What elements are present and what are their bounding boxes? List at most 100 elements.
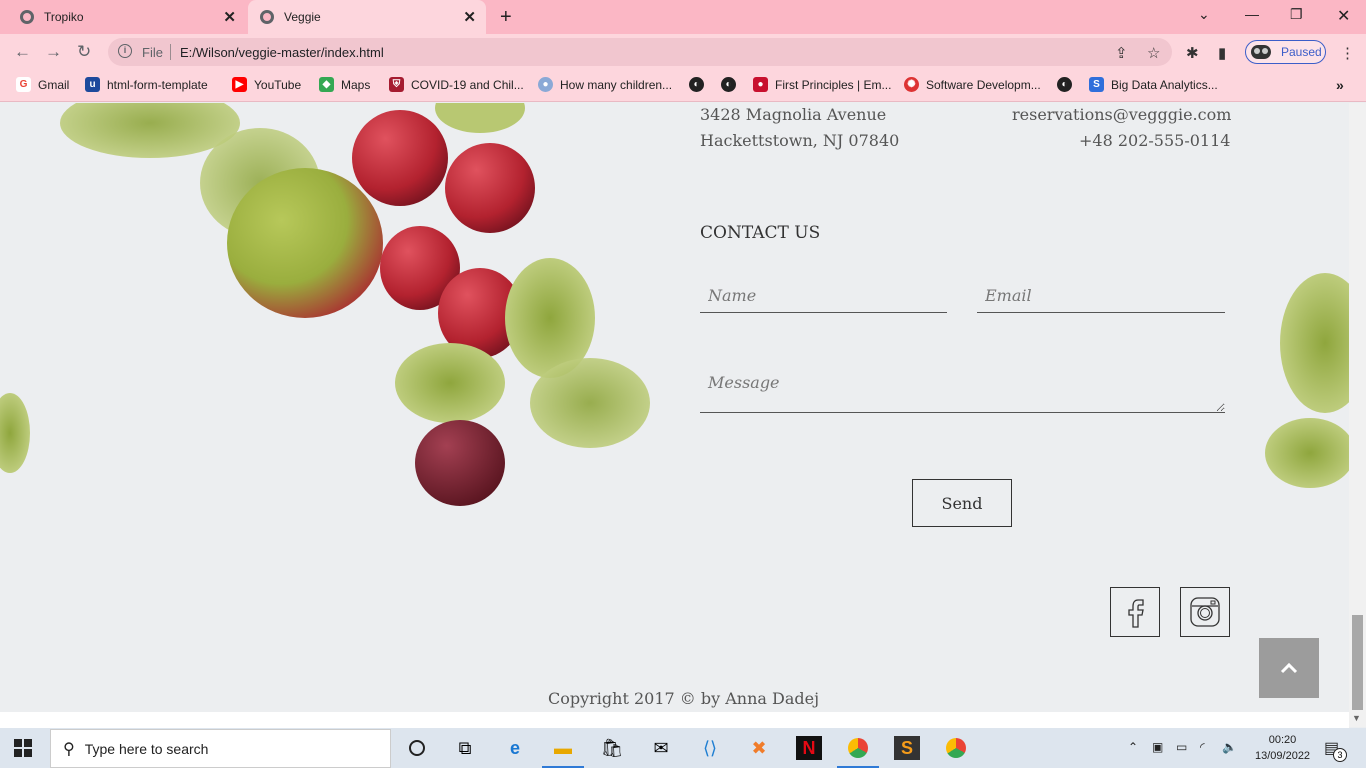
star-icon[interactable]: ☆: [1147, 44, 1160, 62]
info-icon[interactable]: i: [118, 44, 132, 58]
bookmark-label: Big Data Analytics...: [1111, 77, 1218, 92]
show-hidden-icons[interactable]: ⌃: [1128, 740, 1138, 754]
chrome-profile-icon[interactable]: [837, 736, 879, 768]
share-icon[interactable]: ⇪: [1115, 44, 1128, 62]
notification-badge: 3: [1333, 748, 1347, 762]
mail-icon[interactable]: ✉: [648, 736, 674, 760]
edge-icon[interactable]: e: [502, 736, 528, 760]
bookmark-label: Maps: [341, 77, 371, 92]
back-to-top-button[interactable]: [1259, 638, 1319, 698]
file-explorer-icon[interactable]: ▬: [542, 736, 584, 768]
globe-icon: [20, 10, 34, 24]
netflix-icon[interactable]: N: [796, 736, 822, 760]
instagram-icon: [1190, 597, 1220, 627]
bookmark-youtube[interactable]: ▶ YouTube: [232, 77, 301, 92]
avatar: [1251, 45, 1271, 59]
xampp-icon[interactable]: ✖: [746, 736, 772, 760]
contact-us-heading: CONTACT US: [700, 223, 821, 243]
globe-icon: ◐: [1057, 77, 1072, 92]
site-icon: u: [85, 77, 100, 92]
bookmark-globe-1[interactable]: ◐: [689, 77, 711, 92]
profile-button[interactable]: Paused: [1245, 40, 1326, 64]
chevron-up-icon: [1280, 662, 1298, 674]
bookmark-maps[interactable]: ◆ Maps: [319, 77, 370, 92]
extensions-icon[interactable]: ✱: [1186, 44, 1199, 62]
bookmark-big-data[interactable]: S Big Data Analytics...: [1089, 77, 1218, 92]
reload-icon[interactable]: ↻: [77, 42, 91, 62]
bookmark-covid[interactable]: ⛨ COVID-19 and Chil...: [389, 77, 524, 92]
date: 13/09/2022: [1255, 750, 1311, 762]
restore-button[interactable]: ❐: [1290, 6, 1303, 23]
scroll-down-icon[interactable]: ▼: [1352, 713, 1361, 723]
meet-now-icon[interactable]: ▣: [1152, 740, 1163, 754]
facebook-icon: [1128, 599, 1144, 628]
email-input[interactable]: [977, 278, 1225, 313]
bookmark-globe-2[interactable]: ◐: [721, 77, 743, 92]
bookmark-label: Software Developm...: [926, 77, 1041, 92]
contact-email[interactable]: reservations@vegggie.com: [1012, 105, 1231, 124]
globe-icon: ◐: [689, 77, 704, 92]
scrollbar-thumb[interactable]: [1352, 615, 1363, 710]
bookmark-label: First Principles | Em...: [775, 77, 892, 92]
new-tab-button[interactable]: +: [500, 6, 512, 29]
close-icon[interactable]: ✕: [223, 8, 236, 26]
divider: [170, 44, 171, 60]
clock[interactable]: 00:20 13/09/2022: [1255, 732, 1310, 764]
close-icon[interactable]: ✕: [463, 8, 476, 26]
back-icon[interactable]: ←: [14, 42, 31, 62]
bookmark-first-principles[interactable]: ● First Principles | Em...: [753, 77, 891, 92]
bookmark-label: COVID-19 and Chil...: [411, 77, 524, 92]
address-line-2: Hackettstown, NJ 07840: [700, 131, 900, 150]
bookmark-label: YouTube: [254, 77, 302, 92]
time: 00:20: [1268, 734, 1297, 746]
tab-tropiko[interactable]: Tropiko ✕: [0, 0, 246, 34]
name-input[interactable]: [700, 278, 947, 313]
side-panel-icon[interactable]: ▮: [1218, 44, 1226, 62]
close-window-button[interactable]: ✕: [1337, 6, 1350, 26]
vscode-icon[interactable]: ⟨⟩: [697, 736, 723, 760]
instagram-button[interactable]: [1180, 587, 1230, 637]
minimize-button[interactable]: —: [1245, 6, 1259, 22]
tab-search-icon[interactable]: ⌄: [1198, 6, 1210, 23]
site-icon: S: [1089, 77, 1104, 92]
tab-title: Tropiko: [44, 10, 84, 24]
bookmark-software-development[interactable]: ✺ Software Developm...: [904, 77, 1041, 92]
task-view-icon[interactable]: ⧉: [452, 736, 478, 760]
start-button[interactable]: [14, 739, 32, 762]
profile-label: Paused: [1281, 45, 1322, 59]
cortana-icon[interactable]: [404, 736, 430, 760]
contact-phone: +48 202-555-0114: [1079, 131, 1231, 150]
chrome-icon[interactable]: [943, 736, 969, 760]
globe-icon: ◐: [721, 77, 736, 92]
bookmark-html-form-template[interactable]: u html-form-template: [85, 77, 208, 92]
more-bookmarks-icon[interactable]: »: [1336, 77, 1344, 93]
menu-icon[interactable]: ⋮: [1340, 44, 1355, 62]
store-icon[interactable]: 🛍: [599, 736, 625, 760]
site-icon: ●: [753, 77, 768, 92]
forward-icon[interactable]: →: [45, 42, 62, 62]
bookmark-label: Gmail: [38, 77, 70, 92]
bookmark-gmail[interactable]: G Gmail: [16, 77, 69, 92]
send-button[interactable]: Send: [912, 479, 1012, 527]
scheme-label: File: [142, 45, 163, 60]
tab-veggie[interactable]: Veggie ✕: [248, 0, 486, 34]
volume-icon[interactable]: 🔈: [1222, 740, 1237, 754]
site-icon: ✺: [904, 77, 919, 92]
sublime-icon[interactable]: S: [894, 736, 920, 760]
shield-icon: ⛨: [389, 77, 404, 92]
globe-icon: [260, 10, 274, 24]
bookmark-globe-3[interactable]: ◐: [1057, 77, 1079, 92]
taskbar-search[interactable]: ⚲ Type here to search: [50, 729, 391, 768]
url-text[interactable]: E:/Wilson/veggie-master/index.html: [180, 45, 384, 60]
search-icon: ⚲: [63, 740, 75, 758]
wifi-icon[interactable]: ◜: [1200, 740, 1205, 754]
message-input[interactable]: [700, 367, 1225, 413]
page-bottom-strip: [0, 712, 1349, 728]
battery-icon[interactable]: ▭: [1176, 740, 1187, 754]
windows-icon: [14, 739, 32, 757]
facebook-button[interactable]: [1110, 587, 1160, 637]
site-icon: ●: [538, 77, 553, 92]
bookmark-how-many-children[interactable]: ● How many children...: [538, 77, 672, 92]
bookmark-label: How many children...: [560, 77, 673, 92]
address-line-1: 3428 Magnolia Avenue: [700, 105, 887, 124]
